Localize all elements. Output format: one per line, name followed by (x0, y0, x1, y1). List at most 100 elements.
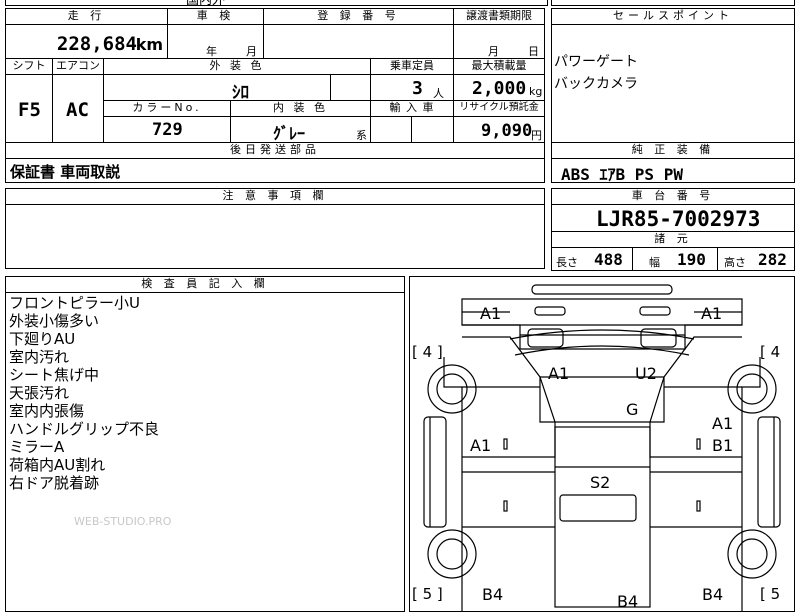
recycle-unit: 円 (531, 129, 542, 142)
sales-points-label: セールスポイント (551, 8, 795, 25)
damage-mark: B4 (482, 585, 504, 604)
inspection-month-unit: 月 (246, 45, 257, 58)
inspection-label: 車 検 (167, 8, 264, 25)
import-cell-a (370, 116, 412, 143)
capacity-label: 乗車定員 (370, 58, 454, 75)
vehicle-diagram: [ 4 ] [ 4 [ 5 ] [ 5 A1 A1 A1 U2 G A1 A1 … (409, 276, 795, 612)
import-cell-b (411, 116, 454, 143)
transfer-month-unit: 月 (488, 45, 499, 58)
sales-point-item: パワーゲート (554, 54, 638, 70)
mileage-label: 走 行 (5, 8, 168, 25)
equipment-label: 純 正 装 備 (551, 142, 795, 159)
spec-height-value: 282 (758, 250, 787, 269)
spec-length-value: 488 (594, 250, 623, 269)
registration-cell (263, 24, 454, 59)
equipment-cell: ABS ｴｱB PS PW (551, 158, 795, 184)
damage-mark: B4 (617, 592, 639, 611)
color-no-cell: 729 (103, 116, 231, 143)
damage-mark: A1 (548, 364, 570, 383)
recycle-label: リサイクル預託金 (453, 100, 545, 117)
top-strip: 国内外 (5, 0, 548, 8)
top-strip-right (551, 0, 795, 6)
inspector-lines: フロントピラー小U 外装小傷多い 下廻りAU 室内汚れ シート焦げ中 天張汚れ … (9, 294, 159, 492)
import-label: 輸 入 車 (370, 100, 454, 117)
specs-label: 諸 元 (551, 231, 795, 248)
recycle-cell: 9,090 円 (453, 116, 545, 143)
exterior-color-label: 外 装 色 (103, 58, 371, 75)
aircon-label: エアコン (52, 58, 104, 75)
chassis-label: 車 台 番 号 (551, 188, 795, 205)
later-parts-cell: 保証書 車両取説 (5, 158, 545, 183)
shift-value: F5 (18, 99, 41, 121)
shift-cell: F5 (5, 74, 53, 143)
tire-rating-front-left: [ 4 ] (412, 343, 443, 361)
inspection-cell: 年 月 (167, 24, 264, 59)
mileage-cell: 228,684 km (5, 24, 168, 59)
inspector-line: 荷箱内AU割れ (9, 456, 106, 474)
damage-mark: A1 (470, 436, 492, 455)
sales-points-cell: パワーゲート バックカメラ (551, 24, 795, 143)
watermark: WEB-STUDIO.PRO (74, 515, 172, 528)
inspector-label: 検 査 員 記 入 欄 (5, 276, 405, 293)
registration-label: 登 録 番 号 (263, 8, 454, 25)
capacity-unit: 人 (433, 87, 444, 100)
damage-mark: A1 (480, 304, 502, 323)
damage-mark: S2 (590, 473, 611, 492)
inspector-line: フロントピラー小U (9, 294, 140, 312)
damage-mark: G (626, 400, 639, 419)
exterior-color-cell: ｼﾛ (103, 74, 331, 103)
mileage-unit: km (135, 35, 163, 54)
truck-outline (423, 284, 781, 611)
mileage-value: 228,684 (56, 33, 137, 55)
max-load-value: 2,000 (472, 78, 527, 99)
later-parts-value: 保証書 車両取説 (10, 163, 121, 181)
inspector-line: 天張汚れ (9, 384, 70, 402)
spec-length-label: 長さ (556, 256, 578, 269)
aircon-cell: AC (52, 74, 104, 143)
shift-label: シフト (5, 58, 53, 75)
capacity-cell: 3 人 (370, 74, 454, 101)
spec-width-label: 幅 (649, 256, 660, 269)
spec-height-label: 高さ (724, 256, 746, 269)
equipment-value: ABS ｴｱB PS PW (561, 165, 683, 184)
interior-color-suffix: 系 (356, 129, 367, 142)
max-load-label: 最大積載量 (453, 58, 545, 75)
inspector-line: 室内内張傷 (9, 402, 85, 420)
inspector-line: ハンドルグリップ不良 (9, 420, 160, 438)
spec-width-cell: 幅 190 (632, 247, 718, 271)
inspector-cell: フロントピラー小U 外装小傷多い 下廻りAU 室内汚れ シート焦げ中 天張汚れ … (5, 292, 405, 612)
recycle-value: 9,090 (481, 121, 533, 141)
color-no-label: カラーNo. (103, 100, 231, 117)
later-parts-label: 後日発送部品 (5, 142, 545, 159)
damage-mark: U2 (635, 364, 657, 383)
aircon-value: AC (66, 99, 89, 121)
top-strip-text: 国内外 (186, 0, 226, 8)
damage-mark: A1 (712, 414, 734, 433)
max-load-cell: 2,000 kg (453, 74, 545, 101)
notes-cell (5, 204, 545, 269)
transfer-label: 譲渡書類期限 (453, 8, 545, 25)
interior-color-label: 内 装 色 (230, 100, 371, 117)
inspector-line: 下廻りAU (9, 330, 76, 348)
transfer-cell: 月 日 (453, 24, 545, 59)
tire-rating-rear-right: [ 5 (760, 585, 781, 603)
tire-rating-front-right: [ 4 (760, 343, 781, 361)
transfer-day-unit: 日 (528, 45, 539, 58)
interior-color-cell: ｸﾞﾚｰ 系 (230, 116, 371, 143)
sales-point-item: バックカメラ (554, 76, 638, 92)
chassis-value: LJR85-7002973 (596, 207, 761, 231)
inspection-year-unit: 年 (206, 45, 217, 58)
inspector-line: 室内汚れ (9, 348, 70, 366)
notes-label: 注 意 事 項 欄 (5, 188, 545, 205)
damage-mark: A1 (701, 304, 723, 323)
color-no-value: 729 (152, 120, 183, 140)
inspector-line: 外装小傷多い (9, 312, 100, 330)
inspector-line: シート焦げ中 (9, 366, 100, 384)
max-load-unit: kg (529, 85, 543, 98)
exterior-color-extra-cell (330, 74, 371, 101)
spec-height-cell: 高さ 282 (717, 247, 795, 271)
inspector-line: ミラーA (9, 438, 65, 456)
tire-rating-rear-left: [ 5 ] (412, 585, 443, 603)
chassis-cell: LJR85-7002973 (551, 204, 795, 232)
spec-width-value: 190 (677, 250, 706, 269)
